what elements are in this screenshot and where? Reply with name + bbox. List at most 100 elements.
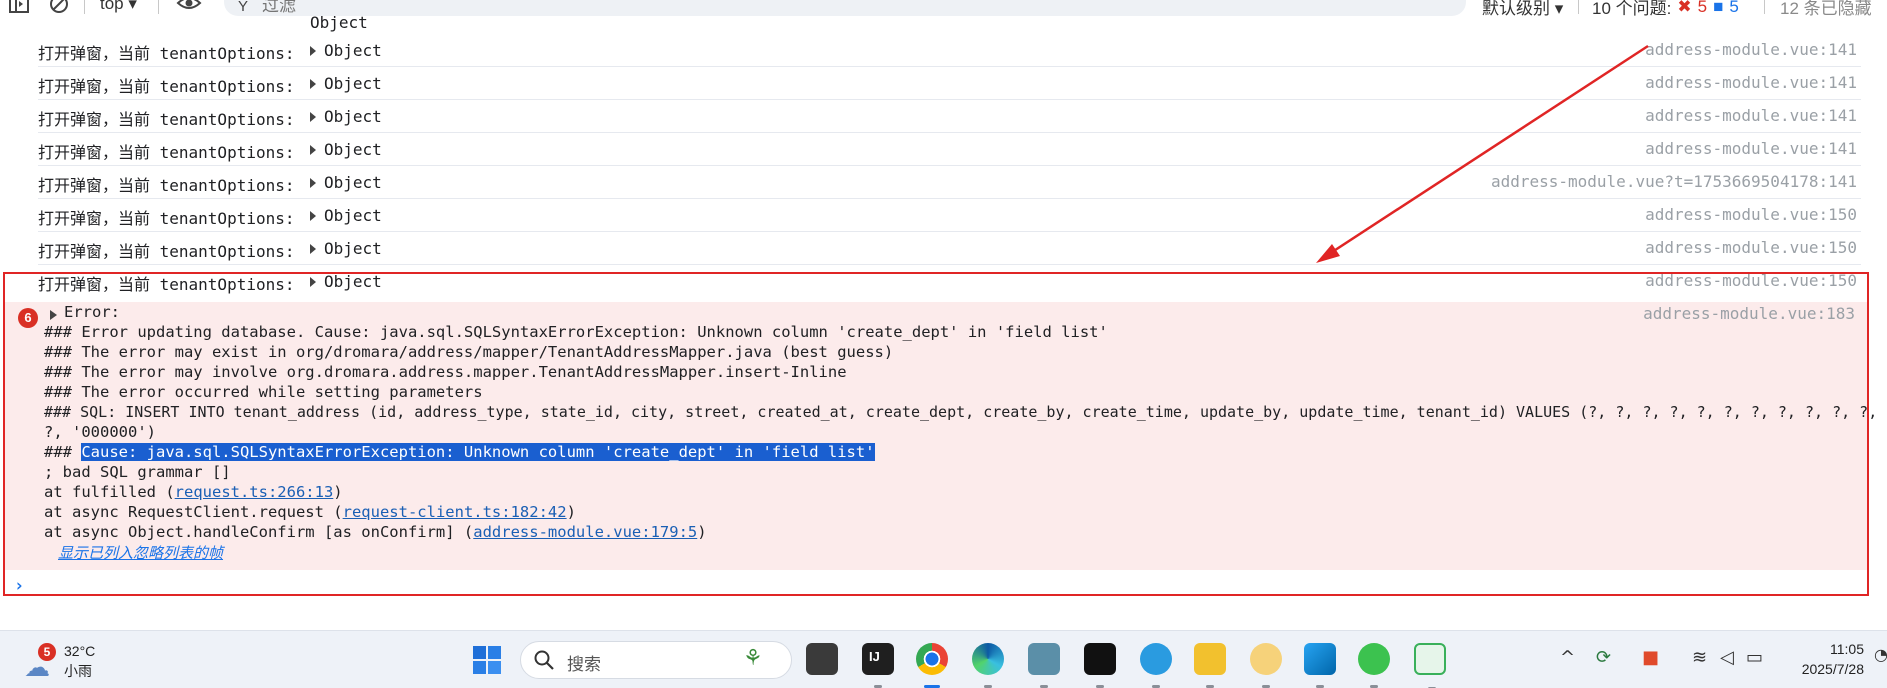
- remote-desktop-icon[interactable]: [1028, 643, 1060, 688]
- console-message: 打开弹窗，当前 tenantOptions:: [38, 209, 295, 228]
- context-label: top: [100, 0, 124, 13]
- weather-temperature: 32°C: [64, 643, 96, 659]
- object-preview[interactable]: Object: [324, 107, 382, 126]
- plant-highlight-icon: ⚘: [743, 646, 763, 671]
- error-line: ### The error occurred while setting par…: [44, 383, 483, 401]
- battery-icon[interactable]: ▭: [1746, 647, 1763, 668]
- chevron-down-icon: ▾: [128, 0, 137, 13]
- toolbar-divider: [1764, 0, 1765, 14]
- source-link[interactable]: address-module.vue:141: [1645, 40, 1857, 59]
- source-link[interactable]: address-module.vue:141: [1645, 73, 1857, 92]
- stack-frame-link[interactable]: request-client.ts:182:42: [343, 503, 567, 521]
- intellij-icon[interactable]: IJ: [862, 643, 894, 688]
- navicat-icon[interactable]: [1250, 643, 1282, 688]
- expand-triangle-icon[interactable]: [310, 145, 316, 155]
- stack-frame-text: ): [333, 483, 343, 501]
- file-explorer-icon[interactable]: [1194, 643, 1226, 688]
- error-issues-icon: ✖: [1677, 0, 1692, 16]
- issues-button[interactable]: 10 个问题: ✖ 5 ■ 5: [1592, 0, 1739, 17]
- object-preview[interactable]: Object: [324, 272, 382, 291]
- source-link[interactable]: address-module.vue:150: [1645, 205, 1857, 224]
- console-row: 打开弹窗，当前 tenantOptions: Object address-mo…: [38, 199, 1861, 232]
- stack-frame: at fulfilled (request.ts:266:13): [44, 483, 343, 503]
- toolbar-divider: [158, 0, 159, 14]
- clock-date: 2025/7/28: [1801, 661, 1864, 677]
- error-line: ### Error updating database. Cause: java…: [44, 323, 1108, 341]
- console-message: 打开弹窗，当前 tenantOptions:: [38, 242, 295, 261]
- stack-frame-link[interactable]: address-module.vue:179:5: [473, 523, 697, 541]
- show-ignored-frames-link[interactable]: 显示已列入忽略列表的帧: [58, 542, 223, 563]
- info-issues-icon: ■: [1713, 0, 1724, 16]
- wechat-icon[interactable]: [1358, 643, 1390, 688]
- eye-icon[interactable]: [176, 0, 202, 13]
- filter-icon: Y: [238, 0, 249, 15]
- stack-frame-text: ): [566, 503, 576, 521]
- console-message: 打开弹窗，当前 tenantOptions:: [38, 44, 295, 63]
- chrome-icon[interactable]: [916, 643, 948, 688]
- console-row: 打开弹窗，当前 tenantOptions: Object address-mo…: [38, 100, 1861, 133]
- expand-triangle-icon[interactable]: [310, 277, 316, 287]
- log-level-dropdown[interactable]: 默认级别 ▾: [1482, 0, 1563, 17]
- stack-frame-link[interactable]: request.ts:266:13: [175, 483, 334, 501]
- android-emulator-icon[interactable]: [1414, 643, 1446, 688]
- console-toolbar: top ▾ Y 默认级别 ▾ 10 个问题: ✖ 5 ■ 5 12 条已隐藏: [0, 0, 1887, 17]
- source-link[interactable]: address-module.vue:141: [1645, 139, 1857, 158]
- weather-widget[interactable]: ☁ 5 32°C 小雨: [22, 641, 112, 683]
- windows-start-icon[interactable]: [472, 645, 502, 675]
- expand-triangle-icon[interactable]: [310, 244, 316, 254]
- source-link[interactable]: address-module.vue:150: [1645, 238, 1857, 257]
- selected-cause-text[interactable]: Cause: java.sql.SQLSyntaxErrorException:…: [81, 443, 875, 461]
- source-link[interactable]: address-module.vue:150: [1645, 271, 1857, 290]
- context-selector[interactable]: top ▾: [100, 0, 137, 14]
- sidebar-toggle-icon[interactable]: [8, 0, 30, 14]
- app-tray-icon[interactable]: ■: [1642, 647, 1659, 668]
- console-row: 打开弹窗，当前 tenantOptions: Object address-mo…: [38, 232, 1861, 265]
- task-view-icon[interactable]: [806, 643, 838, 675]
- console-row: 打开弹窗，当前 tenantOptions: Object address-mo…: [38, 133, 1861, 166]
- taskbar: ☁ 5 32°C 小雨 搜索 ⚘ IJ ^ ⟳ ■ ≋ ◁ ▭ 11:05 20…: [0, 630, 1887, 688]
- console-row: 打开弹窗，当前 tenantOptions: Object address-mo…: [38, 166, 1861, 199]
- clock[interactable]: 11:05 2025/7/28: [1788, 639, 1864, 679]
- expand-triangle-icon[interactable]: [310, 178, 316, 188]
- stack-frame: at async Object.handleConfirm [as onConf…: [44, 523, 707, 543]
- issues-label: 10 个问题:: [1592, 0, 1672, 17]
- terminal-icon[interactable]: [1084, 643, 1116, 688]
- info-issues-count: 5: [1729, 0, 1739, 16]
- object-preview[interactable]: Object: [324, 74, 382, 93]
- expand-triangle-icon[interactable]: [310, 112, 316, 122]
- object-preview[interactable]: Object: [324, 206, 382, 225]
- expand-triangle-icon[interactable]: [310, 79, 316, 89]
- chevron-up-icon[interactable]: ^: [1560, 647, 1575, 668]
- expand-triangle-icon[interactable]: [310, 46, 316, 56]
- wifi-icon[interactable]: ≋: [1692, 647, 1707, 668]
- object-preview[interactable]: Object: [324, 140, 382, 159]
- taskbar-search[interactable]: 搜索 ⚘: [520, 641, 792, 679]
- error-line: ### The error may exist in org/dromara/a…: [44, 343, 894, 361]
- edge-icon[interactable]: [972, 643, 1004, 688]
- console-prompt[interactable]: ›: [14, 576, 24, 596]
- sync-icon[interactable]: ⟳: [1596, 647, 1611, 668]
- clear-console-icon[interactable]: [48, 0, 70, 14]
- vscode-icon[interactable]: [1304, 643, 1336, 688]
- error-prefix: ###: [44, 443, 82, 461]
- error-sql-line: ### SQL: INSERT INTO tenant_address (id,…: [44, 403, 1878, 421]
- search-label: 搜索: [567, 655, 601, 674]
- object-preview[interactable]: Object: [324, 41, 382, 60]
- weather-badge: 5: [38, 643, 56, 661]
- filter-bar: Y: [224, 0, 1466, 16]
- stack-frame-text: at fulfilled (: [44, 483, 175, 501]
- source-link[interactable]: address-module.vue?t=1753669504178:141: [1491, 172, 1857, 191]
- error-line: ### The error may involve org.dromara.ad…: [44, 363, 847, 381]
- expand-triangle-icon[interactable]: [310, 211, 316, 221]
- stack-frame: at async RequestClient.request (request-…: [44, 503, 576, 523]
- docker-icon[interactable]: [1140, 643, 1172, 688]
- error-sql-line: ?, '000000'): [44, 423, 156, 441]
- error-message: 6 address-module.vue:183 Error: ### Erro…: [4, 302, 1877, 570]
- notification-icon[interactable]: ◔: [1874, 645, 1887, 664]
- object-preview[interactable]: Object: [324, 239, 382, 258]
- source-link[interactable]: address-module.vue:141: [1645, 106, 1857, 125]
- object-preview[interactable]: Object: [324, 173, 382, 192]
- console-row: 打开弹窗，当前 tenantOptions: Object address-mo…: [38, 34, 1861, 67]
- stack-frame-text: at async Object.handleConfirm [as onConf…: [44, 523, 474, 541]
- speaker-icon[interactable]: ◁: [1720, 647, 1734, 668]
